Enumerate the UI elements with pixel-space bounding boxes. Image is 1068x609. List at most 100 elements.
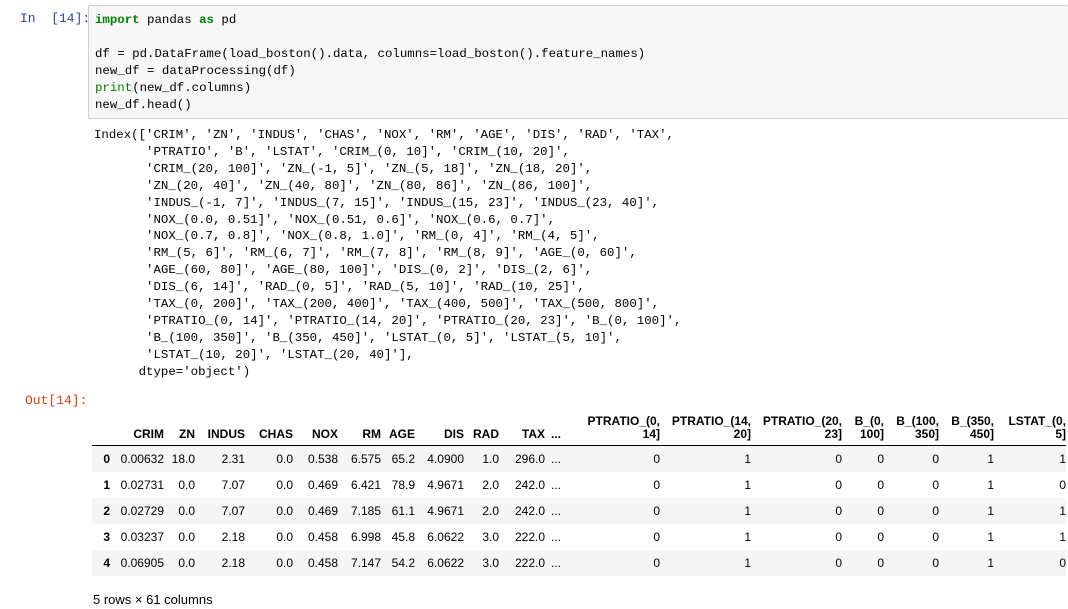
column-header: NOX bbox=[293, 407, 338, 446]
table-cell: 222.0 bbox=[514, 555, 545, 570]
column-header-line1: INDUS bbox=[207, 427, 245, 441]
table-cell: 0 bbox=[1059, 477, 1066, 492]
table-cell: 2.0 bbox=[482, 477, 499, 492]
table-cell: 0.0 bbox=[178, 529, 195, 544]
index-header bbox=[92, 407, 110, 446]
table-cell: 0 bbox=[835, 555, 842, 570]
column-header-line1: B_(100, bbox=[896, 414, 939, 428]
table-cell: 0.03237 bbox=[120, 529, 164, 544]
table-cell: 242.0 bbox=[514, 477, 545, 492]
table-cell: 1 bbox=[987, 529, 994, 544]
table-cell: 0.02731 bbox=[120, 477, 164, 492]
column-header: RM bbox=[338, 407, 381, 446]
column-header-line1: AGE bbox=[388, 427, 415, 441]
table-cell: 6.0622 bbox=[427, 529, 464, 544]
table-cell: 0 bbox=[932, 555, 939, 570]
table-cell: 0 bbox=[835, 477, 842, 492]
column-header-line2: 20] bbox=[733, 427, 751, 441]
column-header-line2: 450] bbox=[969, 427, 994, 441]
table-cell: 1 bbox=[987, 503, 994, 518]
table-cell: 0.02729 bbox=[120, 503, 164, 518]
table-cell: 4.0900 bbox=[427, 451, 464, 466]
keyword-as: as bbox=[199, 13, 214, 27]
table-cell: 1 bbox=[1059, 529, 1066, 544]
table-cell: 0 bbox=[835, 529, 842, 544]
column-header-line1: B_(350, bbox=[951, 414, 994, 428]
table-cell: 0 bbox=[932, 529, 939, 544]
column-header: PTRATIO_(0, 14] bbox=[567, 407, 660, 446]
table-cell: 0.0 bbox=[178, 503, 195, 518]
code-line-4: new_df = dataProcessing(df) bbox=[95, 64, 296, 78]
row-index: 1 bbox=[103, 477, 110, 492]
table-row: 3 0.03237 0.0 2.18 0.0 0.458 6.998 45.8 6.0622 3.… bbox=[92, 524, 1066, 550]
table-cell: 0.538 bbox=[307, 451, 338, 466]
table-cell: 0 bbox=[653, 477, 660, 492]
row-index: 3 bbox=[103, 529, 110, 544]
table-cell: 1.0 bbox=[482, 451, 499, 466]
table-cell: 6.421 bbox=[350, 477, 381, 492]
column-header: CHAS bbox=[245, 407, 293, 446]
table-cell: ... bbox=[550, 451, 561, 466]
table-cell: 6.998 bbox=[350, 529, 381, 544]
column-header-line1: ... bbox=[550, 427, 561, 441]
table-cell: 4.9671 bbox=[427, 503, 464, 518]
table-row: 1 0.02731 0.0 7.07 0.0 0.469 6.421 78.9 4.9671 2.… bbox=[92, 472, 1066, 498]
table-cell: 0.458 bbox=[307, 529, 338, 544]
table-cell: 0 bbox=[1059, 555, 1066, 570]
column-header-line1: NOX bbox=[311, 427, 338, 441]
column-header: ZN bbox=[164, 407, 195, 446]
code-line-1: import pandas as pd bbox=[95, 13, 237, 27]
column-header-line2: 23] bbox=[824, 427, 842, 441]
column-header-line1: CRIM bbox=[133, 427, 164, 441]
column-header: PTRATIO_(20, 23] bbox=[751, 407, 842, 446]
table-cell: 1 bbox=[987, 555, 994, 570]
table-row: 2 0.02729 0.0 7.07 0.0 0.469 7.185 61.1 4.9671 2.… bbox=[92, 497, 1066, 524]
table-cell: 0 bbox=[653, 555, 660, 570]
table-cell: ... bbox=[550, 555, 561, 570]
column-header: B_(350, 450] bbox=[939, 407, 994, 446]
column-header-line2: 14] bbox=[642, 427, 660, 441]
code-line-3: df = pd.DataFrame(load_boston().data, co… bbox=[95, 47, 646, 61]
table-cell: 0 bbox=[877, 477, 884, 492]
table-cell: 1 bbox=[987, 477, 994, 492]
table-cell: 0 bbox=[877, 451, 884, 466]
column-header-line2: 5] bbox=[1055, 427, 1066, 441]
table-cell: 0 bbox=[835, 503, 842, 518]
output-prompt: Out[14]: bbox=[25, 393, 88, 408]
column-header: TAX bbox=[499, 407, 545, 446]
table-cell: 7.147 bbox=[350, 555, 381, 570]
table-row: 4 0.06905 0.0 2.18 0.0 0.458 7.147 54.2 6.0622 3.… bbox=[92, 549, 1066, 576]
code-editor[interactable]: import pandas as pd df = pd.DataFrame(lo… bbox=[95, 12, 645, 114]
table-cell: 1 bbox=[1059, 503, 1066, 518]
table-cell: 0.469 bbox=[307, 503, 338, 518]
table-cell: 1 bbox=[744, 555, 751, 570]
table-cell: 0.0 bbox=[276, 503, 293, 518]
code-line-6: new_df.head() bbox=[95, 98, 192, 112]
column-header: INDUS bbox=[195, 407, 245, 446]
table-cell: 1 bbox=[744, 477, 751, 492]
column-header-line2: 100] bbox=[859, 427, 884, 441]
column-header-line1: TAX bbox=[521, 427, 545, 441]
table-cell: 0.0 bbox=[276, 529, 293, 544]
column-header-line1: PTRATIO_(0, bbox=[587, 414, 660, 428]
column-header: RAD bbox=[464, 407, 499, 446]
table-cell: 4.9671 bbox=[427, 477, 464, 492]
table-cell: 1 bbox=[744, 503, 751, 518]
table-cell: 61.1 bbox=[391, 503, 415, 518]
table-cell: 0.458 bbox=[307, 555, 338, 570]
column-header-line1: PTRATIO_(20, bbox=[762, 414, 842, 428]
table-cell: 2.0 bbox=[482, 503, 499, 518]
row-index: 4 bbox=[103, 555, 110, 570]
table-cell: 0.00632 bbox=[120, 451, 164, 466]
column-header-line1: ZN bbox=[179, 427, 195, 441]
code-cell-input[interactable]: import pandas as pd df = pd.DataFrame(lo… bbox=[88, 5, 1068, 119]
table-cell: 78.9 bbox=[391, 477, 415, 492]
table-cell: 0.0 bbox=[178, 555, 195, 570]
column-header-line1: B_(0, bbox=[854, 414, 884, 428]
table-cell: 0 bbox=[932, 503, 939, 518]
keyword-import: import bbox=[95, 13, 140, 27]
table-body: 0 0.00632 18.0 2.31 0.0 0.538 6.575 65.2 4.0900 1… bbox=[92, 445, 1066, 576]
table-cell: 6.0622 bbox=[427, 555, 464, 570]
table-cell: 242.0 bbox=[514, 503, 545, 518]
table-cell: 0.0 bbox=[276, 555, 293, 570]
